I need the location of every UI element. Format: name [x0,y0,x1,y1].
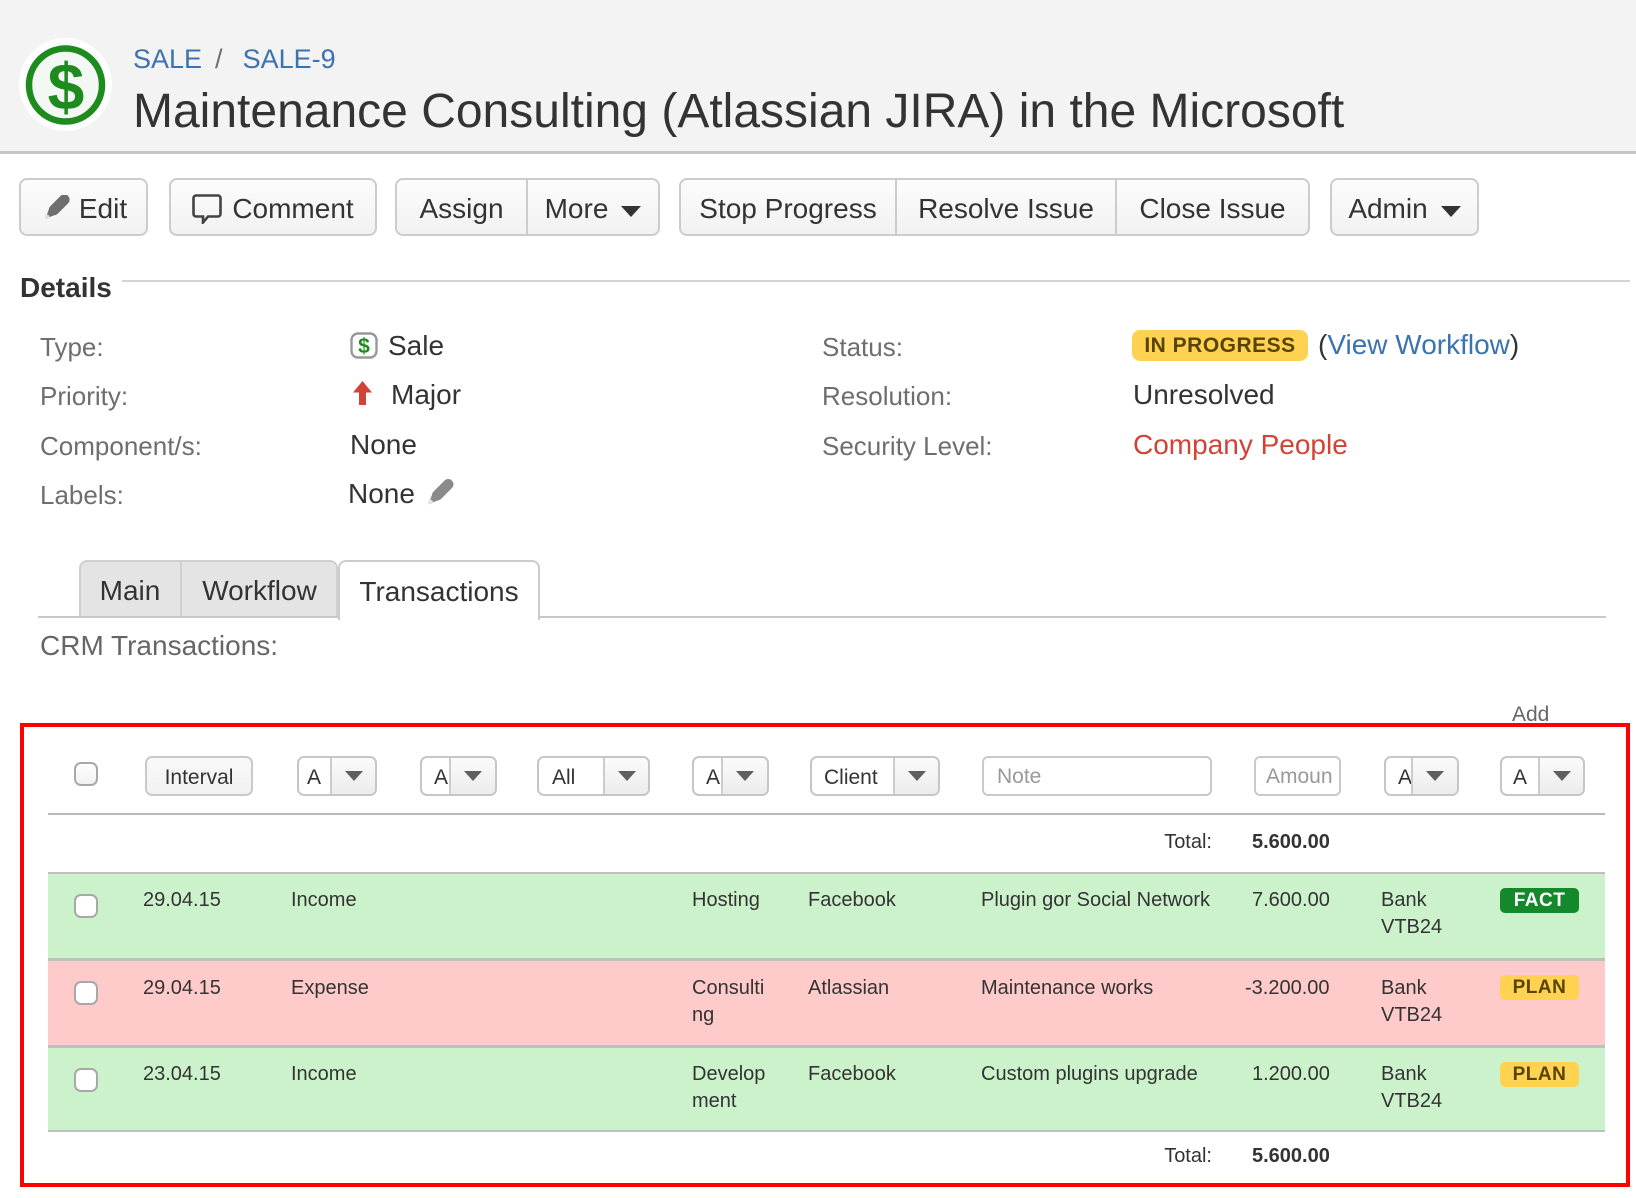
svg-text:$: $ [358,335,370,358]
svg-text:$: $ [48,50,85,124]
